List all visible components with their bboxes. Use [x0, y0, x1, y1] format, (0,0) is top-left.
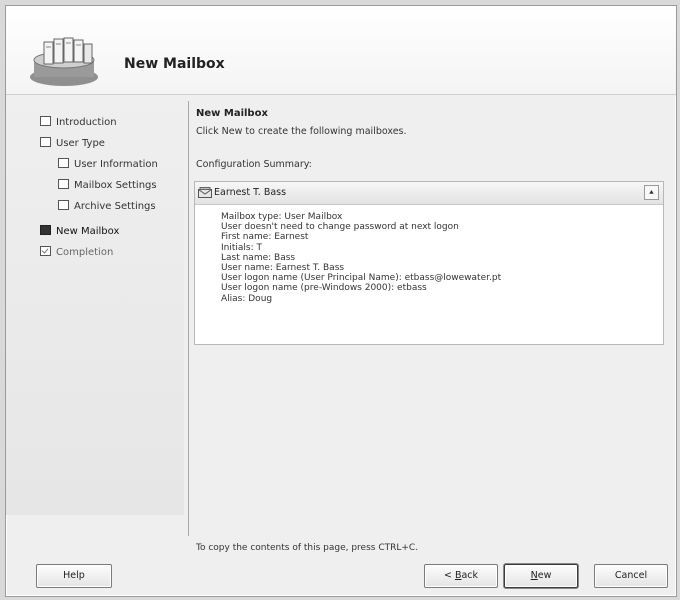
- sidebar-step-label: Introduction: [56, 117, 117, 128]
- wizard-header: New Mailbox: [6, 6, 676, 95]
- sidebar-step-label: Mailbox Settings: [74, 180, 157, 191]
- sidebar-step-item: User Type: [40, 137, 105, 149]
- detail-line: Mailbox type: User Mailbox: [221, 212, 343, 222]
- step-checkbox-icon: [40, 116, 51, 126]
- mailbox-icon: [198, 187, 212, 198]
- step-checkbox-icon: [40, 137, 51, 147]
- sidebar-divider: [188, 101, 189, 536]
- mailbox-server-icon: [30, 37, 98, 86]
- cancel-button[interactable]: Cancel: [594, 564, 668, 588]
- help-button[interactable]: Help: [36, 564, 112, 588]
- copy-hint: To copy the contents of this page, press…: [196, 543, 419, 553]
- help-button-label: Help: [63, 570, 85, 581]
- mailbox-details-list: Mailbox type: User Mailbox User doesn't n…: [221, 212, 501, 304]
- collapse-up-icon[interactable]: ⯅: [644, 185, 659, 200]
- sidebar-step-item: Introduction: [40, 116, 117, 128]
- new-accelerator: N: [530, 570, 538, 581]
- step-checkbox-icon: [58, 158, 69, 168]
- sidebar-step-item: Mailbox Settings: [58, 179, 157, 191]
- detail-line: First name: Earnest: [221, 232, 309, 243]
- detail-line: Last name: Bass: [221, 252, 296, 263]
- detail-line: Alias: Doug: [221, 293, 273, 304]
- wizard-window: New Mailbox Introduction User Type User In…: [5, 5, 677, 597]
- sidebar-step-label: User Type: [56, 138, 105, 149]
- section-description: Click New to create the following mailbo…: [196, 126, 407, 137]
- detail-line: User logon name (pre-Windows 2000): etba…: [221, 283, 427, 294]
- step-checkbox-icon: [58, 179, 69, 189]
- check-icon: [40, 246, 51, 256]
- sidebar-step-item: Archive Settings: [58, 200, 156, 212]
- detail-line: User name: Earnest T. Bass: [221, 263, 345, 274]
- wizard-title: New Mailbox: [124, 56, 225, 72]
- sidebar-step-label: New Mailbox: [56, 226, 120, 237]
- new-button[interactable]: New: [504, 564, 578, 588]
- sidebar-step-item: User Information: [58, 158, 158, 170]
- configuration-summary-panel: Earnest T. Bass ⯅ Mailbox type: User Mai…: [194, 181, 664, 345]
- sidebar-step-item: Completion: [40, 246, 113, 258]
- detail-line: User doesn't need to change password at …: [221, 222, 459, 233]
- step-checkbox-icon: [58, 200, 69, 210]
- back-label-rest: ack: [461, 570, 479, 581]
- sidebar-step-label: Completion: [56, 247, 114, 258]
- step-checkbox-icon: [40, 225, 51, 235]
- section-title: New Mailbox: [196, 108, 268, 119]
- cancel-button-label: Cancel: [614, 570, 648, 581]
- detail-line: Initials: T: [221, 242, 262, 253]
- back-button[interactable]: < Back: [424, 564, 498, 588]
- sidebar-step-item: New Mailbox: [40, 225, 119, 237]
- sidebar-step-label: User Information: [74, 159, 158, 170]
- sidebar-step-label: Archive Settings: [74, 201, 156, 212]
- mailbox-summary-header[interactable]: Earnest T. Bass ⯅: [195, 182, 663, 205]
- mailbox-name: Earnest T. Bass: [214, 187, 287, 198]
- configuration-summary-label: Configuration Summary:: [196, 159, 312, 170]
- back-prefix: <: [443, 570, 455, 581]
- detail-line: User logon name (User Principal Name): e…: [221, 273, 502, 284]
- new-label-rest: ew: [537, 570, 552, 581]
